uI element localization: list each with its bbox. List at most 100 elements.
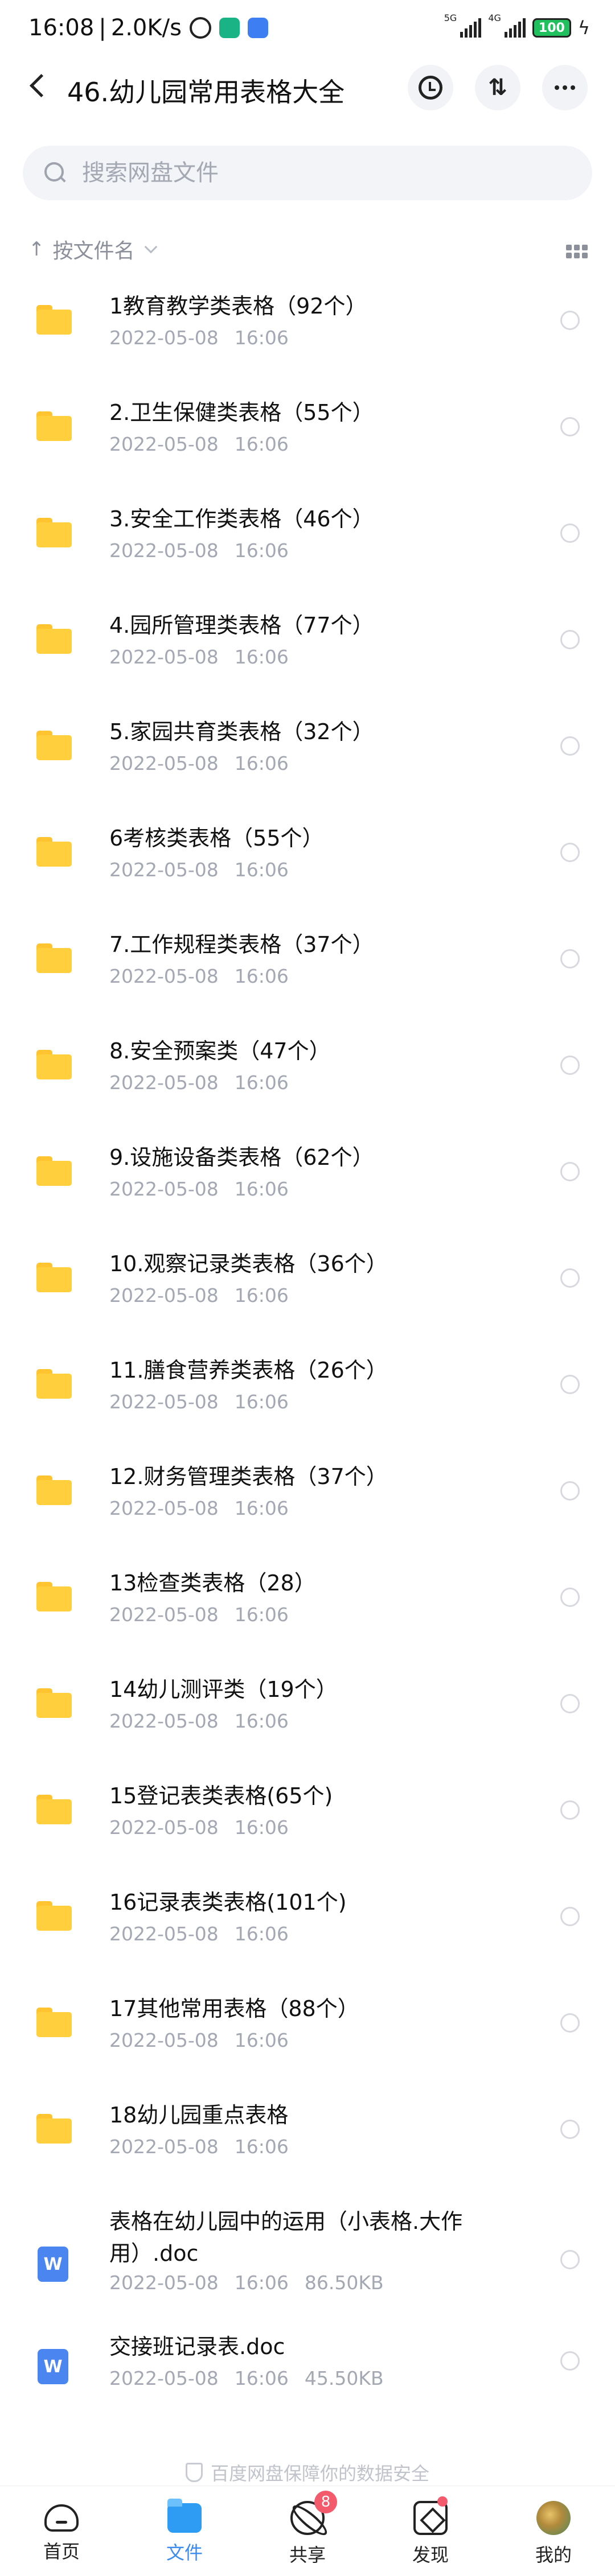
grid-view-icon[interactable]	[566, 245, 588, 258]
security-note-text: 百度网盘保障你的数据安全	[210, 2463, 429, 2484]
folder-row[interactable]: 12.财务管理类表格（37个） 2022-05-08 16:06	[0, 1449, 615, 1556]
select-radio[interactable]	[560, 2250, 580, 2269]
folder-row[interactable]: 14幼儿测评类（19个） 2022-05-08 16:06	[0, 1662, 615, 1769]
nav-item-2[interactable]: 共享 8	[246, 2486, 369, 2576]
shield-app-icon	[219, 18, 240, 38]
file-size: 45.50KB	[304, 2367, 384, 2389]
file-name: 4.园所管理类表格（77个）	[109, 613, 374, 638]
transfer-button[interactable]: ⇅	[475, 65, 520, 110]
file-meta: 2022-05-08 16:06	[109, 1816, 289, 1839]
battery-icon: 100	[532, 18, 571, 38]
file-time: 16:06	[234, 1391, 289, 1413]
select-radio[interactable]	[560, 1375, 580, 1394]
folder-row[interactable]: 8.安全预案类（47个） 2022-05-08 16:06	[0, 1024, 615, 1130]
select-radio[interactable]	[560, 736, 580, 756]
file-date: 2022-05-08	[109, 1178, 219, 1200]
select-radio[interactable]	[560, 1694, 580, 1713]
file-row[interactable]: W 交接班记录表.doc 2022-05-08 16:06 45.50KB	[0, 2319, 615, 2426]
select-radio[interactable]	[560, 417, 580, 436]
folder-icon	[36, 1263, 72, 1292]
file-meta: 2022-05-08 16:06	[109, 1391, 289, 1413]
folder-row[interactable]: 4.园所管理类表格（77个） 2022-05-08 16:06	[0, 598, 615, 704]
file-name: 1教育教学类表格（92个）	[109, 294, 367, 319]
folder-row[interactable]: 1教育教学类表格（92个） 2022-05-08 16:06	[0, 279, 615, 385]
select-radio[interactable]	[560, 1800, 580, 1820]
folder-row[interactable]: 3.安全工作类表格（46个） 2022-05-08 16:06	[0, 492, 615, 598]
notification-badge: 8	[314, 2491, 337, 2513]
home-icon	[44, 2504, 79, 2532]
select-radio[interactable]	[560, 949, 580, 968]
folder-icon	[36, 1795, 72, 1824]
file-name: 5.家园共育类表格（32个）	[109, 719, 374, 744]
select-radio[interactable]	[560, 2120, 580, 2139]
folder-row[interactable]: 2.卫生保健类表格（55个） 2022-05-08 16:06	[0, 385, 615, 492]
select-radio[interactable]	[560, 1588, 580, 1607]
select-radio[interactable]	[560, 311, 580, 330]
history-button[interactable]	[408, 65, 453, 110]
search-icon	[44, 162, 66, 184]
file-meta: 2022-05-08 16:06	[109, 2136, 289, 2158]
nav-item-0[interactable]: 首页	[0, 2486, 123, 2576]
signal-icon-2	[504, 18, 526, 38]
status-right: 5G 4G 100 ϟ	[444, 13, 590, 39]
select-radio[interactable]	[560, 2013, 580, 2033]
file-meta: 2022-05-08 16:06	[109, 1284, 289, 1306]
page-title: 46.幼儿园常用表格大全	[67, 77, 345, 108]
more-button[interactable]	[542, 65, 588, 110]
file-date: 2022-05-08	[109, 1710, 219, 1732]
select-radio[interactable]	[560, 524, 580, 543]
folder-row[interactable]: 17其他常用表格（88个） 2022-05-08 16:06	[0, 1981, 615, 2088]
folder-row[interactable]: 15登记表类表格(65个) 2022-05-08 16:06	[0, 1769, 615, 1875]
sort-by-name-button[interactable]: ↑ 按文件名	[28, 234, 157, 264]
file-date: 2022-05-08	[109, 1497, 219, 1519]
folder-row[interactable]: 7.工作规程类表格（37个） 2022-05-08 16:06	[0, 917, 615, 1024]
folder-row[interactable]: 5.家园共育类表格（32个） 2022-05-08 16:06	[0, 704, 615, 811]
file-row[interactable]: W 表格在幼儿园中的运用（小表格.大作用）.doc 2022-05-08 16:06 8…	[0, 2194, 615, 2319]
file-name: 10.观察记录类表格（36个）	[109, 1251, 388, 1276]
folder-row[interactable]: 11.膳食营养类表格（26个） 2022-05-08 16:06	[0, 1343, 615, 1449]
file-date: 2022-05-08	[109, 2136, 219, 2158]
select-radio[interactable]	[560, 630, 580, 649]
nav-item-4[interactable]: 我的	[492, 2486, 615, 2576]
folder-row[interactable]: 9.设施设备类表格（62个） 2022-05-08 16:06	[0, 1130, 615, 1237]
folder-row[interactable]: 6考核类表格（55个） 2022-05-08 16:06	[0, 811, 615, 917]
select-radio[interactable]	[560, 1162, 580, 1181]
file-meta: 2022-05-08 16:06	[109, 1071, 289, 1094]
folder-icon	[36, 943, 72, 973]
file-time: 16:06	[234, 1071, 289, 1094]
nav-label: 我的	[535, 2544, 572, 2566]
file-time: 16:06	[234, 1923, 289, 1945]
folder-icon	[36, 1688, 72, 1718]
file-name: 表格在幼儿园中的运用（小表格.大作用）.doc	[109, 2209, 463, 2266]
nav-item-3[interactable]: 发现	[369, 2486, 492, 2576]
folder-row[interactable]: 16记录表类表格(101个) 2022-05-08 16:06	[0, 1875, 615, 1981]
sort-row: ↑ 按文件名	[0, 228, 615, 271]
search-input[interactable]	[82, 160, 538, 186]
nav-item-1[interactable]: 文件	[123, 2486, 246, 2576]
file-time: 16:06	[234, 2136, 289, 2158]
folder-row[interactable]: 10.观察记录类表格（36个） 2022-05-08 16:06	[0, 1237, 615, 1343]
folder-row[interactable]: 18幼儿园重点表格 2022-05-08 16:06	[0, 2088, 615, 2194]
file-time: 16:06	[234, 1178, 289, 1200]
file-time: 16:06	[234, 433, 289, 455]
file-date: 2022-05-08	[109, 433, 219, 455]
select-radio[interactable]	[560, 1268, 580, 1288]
select-radio[interactable]	[560, 1056, 580, 1075]
select-radio[interactable]	[560, 2351, 580, 2371]
select-radio[interactable]	[560, 843, 580, 862]
file-meta: 2022-05-08 16:06 86.50KB	[109, 2272, 384, 2294]
select-radio[interactable]	[560, 1907, 580, 1926]
file-name: 2.卫生保健类表格（55个）	[109, 400, 374, 425]
security-shield-icon	[185, 2463, 203, 2482]
select-radio[interactable]	[560, 1481, 580, 1501]
back-arrow-icon[interactable]	[27, 74, 55, 101]
file-size: 86.50KB	[304, 2272, 384, 2294]
folder-icon	[36, 1369, 72, 1399]
alarm-icon	[189, 17, 211, 39]
folder-row[interactable]: 13检查类表格（28） 2022-05-08 16:06	[0, 1556, 615, 1662]
red-dot-badge	[437, 2496, 448, 2507]
file-date: 2022-05-08	[109, 1604, 219, 1626]
file-name: 6考核类表格（55个）	[109, 826, 324, 851]
search-bar[interactable]	[23, 146, 592, 200]
folder-icon	[36, 1475, 72, 1505]
